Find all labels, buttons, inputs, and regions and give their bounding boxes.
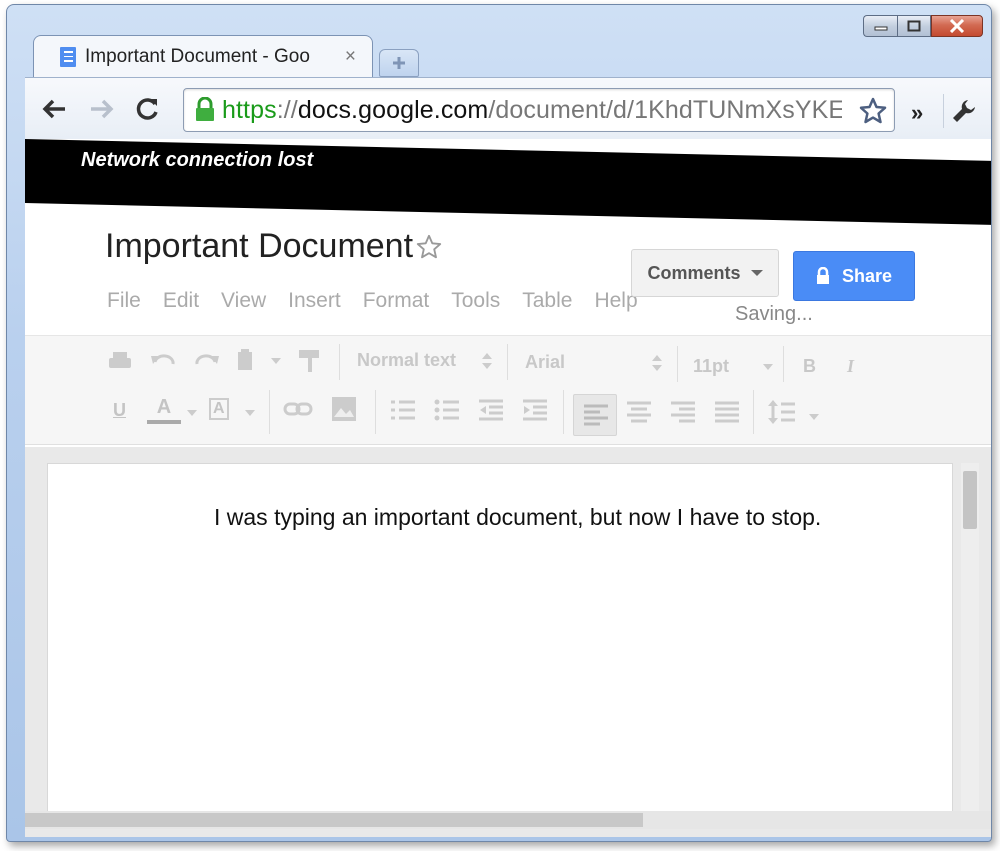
- maximize-icon: [907, 20, 921, 32]
- chevron-down-icon: [187, 410, 197, 416]
- vertical-scrollbar[interactable]: [961, 463, 979, 823]
- justify-icon[interactable]: [713, 400, 741, 424]
- tab-title: Important Document - Goo: [85, 45, 310, 67]
- format-toolbar: Normal text Arial 11pt B I U A A: [25, 335, 991, 445]
- docs-icon: [60, 46, 76, 67]
- wrench-icon: [952, 100, 975, 122]
- back-arrow-icon: [42, 99, 65, 119]
- updown-icon: [482, 353, 492, 369]
- text-color-swatch: [147, 420, 181, 424]
- text-color-label: A: [156, 396, 172, 418]
- size-select[interactable]: 11pt: [693, 356, 729, 377]
- document-title[interactable]: Important Document: [105, 227, 413, 266]
- spellcheck-icon[interactable]: [233, 348, 259, 374]
- redo-icon[interactable]: [193, 350, 221, 372]
- browser-window: Important Document - Goo × https://docs.…: [6, 4, 992, 842]
- undo-icon[interactable]: [149, 350, 177, 372]
- font-select[interactable]: Arial: [525, 352, 565, 373]
- chevron-down-icon: [271, 358, 281, 364]
- document-body-text[interactable]: I was typing an important document, but …: [214, 504, 821, 531]
- close-window-button[interactable]: [931, 15, 983, 37]
- align-left-button[interactable]: [573, 394, 617, 436]
- link-icon[interactable]: [283, 400, 315, 420]
- close-icon: [949, 19, 965, 33]
- align-right-icon[interactable]: [669, 400, 697, 424]
- more-bookmarks-button[interactable]: »: [911, 100, 923, 126]
- highlight-button[interactable]: A: [209, 398, 229, 420]
- bulleted-list-icon[interactable]: [433, 398, 461, 422]
- browser-toolbar: https://docs.google.com/document/d/1KhdT…: [25, 77, 991, 139]
- line-spacing-icon[interactable]: [767, 398, 797, 426]
- menu-view[interactable]: View: [221, 289, 266, 313]
- comments-button[interactable]: Comments: [631, 249, 779, 297]
- align-left-icon: [584, 404, 608, 426]
- bookmark-star-icon[interactable]: [858, 96, 888, 126]
- browser-tab[interactable]: Important Document - Goo ×: [33, 35, 373, 77]
- underline-button[interactable]: U: [113, 400, 126, 421]
- document-canvas: I was typing an important document, but …: [25, 447, 991, 837]
- updown-icon: [652, 355, 662, 371]
- style-select[interactable]: Normal text: [357, 350, 456, 371]
- window-controls: [863, 15, 983, 37]
- print-icon[interactable]: [107, 350, 133, 372]
- increase-indent-icon[interactable]: [521, 398, 549, 422]
- document-page[interactable]: I was typing an important document, but …: [47, 463, 953, 823]
- decrease-indent-icon[interactable]: [477, 398, 505, 422]
- tab-close-icon[interactable]: ×: [345, 46, 356, 68]
- bold-button[interactable]: B: [803, 356, 816, 377]
- docs-menubar: File Edit View Insert Format Tools Table…: [107, 289, 660, 313]
- plus-icon: [393, 57, 405, 69]
- chevron-down-icon: [763, 364, 773, 370]
- horizontal-scroll-thumb[interactable]: [25, 813, 643, 827]
- numbered-list-icon[interactable]: [389, 398, 417, 422]
- reload-icon: [136, 98, 158, 120]
- italic-button[interactable]: I: [847, 356, 854, 377]
- menu-table[interactable]: Table: [522, 289, 572, 313]
- lock-icon: [816, 267, 829, 284]
- image-icon[interactable]: [331, 396, 357, 422]
- horizontal-scrollbar[interactable]: [25, 811, 991, 829]
- minimize-icon: [874, 26, 887, 31]
- chevron-down-icon: [809, 414, 819, 420]
- menu-file[interactable]: File: [107, 289, 141, 313]
- reload-button[interactable]: [133, 94, 163, 124]
- url-text: https://docs.google.com/document/d/1KhdT…: [222, 95, 842, 124]
- share-button[interactable]: Share: [793, 251, 915, 301]
- text-color-button[interactable]: A: [147, 396, 181, 424]
- comments-label: Comments: [647, 262, 741, 283]
- minimize-button[interactable]: [863, 15, 897, 37]
- page-content: Network connection lost Important Docume…: [25, 139, 991, 837]
- new-tab-button[interactable]: [379, 49, 419, 77]
- menu-insert[interactable]: Insert: [288, 289, 341, 313]
- back-button[interactable]: [39, 94, 69, 124]
- dropdown-arrow-icon: [750, 270, 763, 276]
- share-label: Share: [841, 265, 893, 286]
- menu-format[interactable]: Format: [363, 289, 430, 313]
- address-bar[interactable]: https://docs.google.com/document/d/1KhdT…: [183, 88, 895, 132]
- paint-format-icon[interactable]: [297, 348, 323, 374]
- forward-arrow-icon: [91, 99, 114, 119]
- settings-button[interactable]: [943, 94, 983, 128]
- align-center-icon[interactable]: [625, 400, 653, 424]
- maximize-button[interactable]: [897, 15, 931, 37]
- save-status: Saving...: [735, 303, 813, 325]
- vertical-scroll-thumb[interactable]: [963, 471, 977, 529]
- star-document-icon[interactable]: [415, 233, 443, 261]
- network-lost-text: Network connection lost: [81, 149, 314, 171]
- forward-button[interactable]: [87, 94, 117, 124]
- chevron-down-icon: [245, 410, 255, 416]
- lock-icon: [196, 97, 214, 121]
- menu-edit[interactable]: Edit: [163, 289, 199, 313]
- menu-tools[interactable]: Tools: [451, 289, 500, 313]
